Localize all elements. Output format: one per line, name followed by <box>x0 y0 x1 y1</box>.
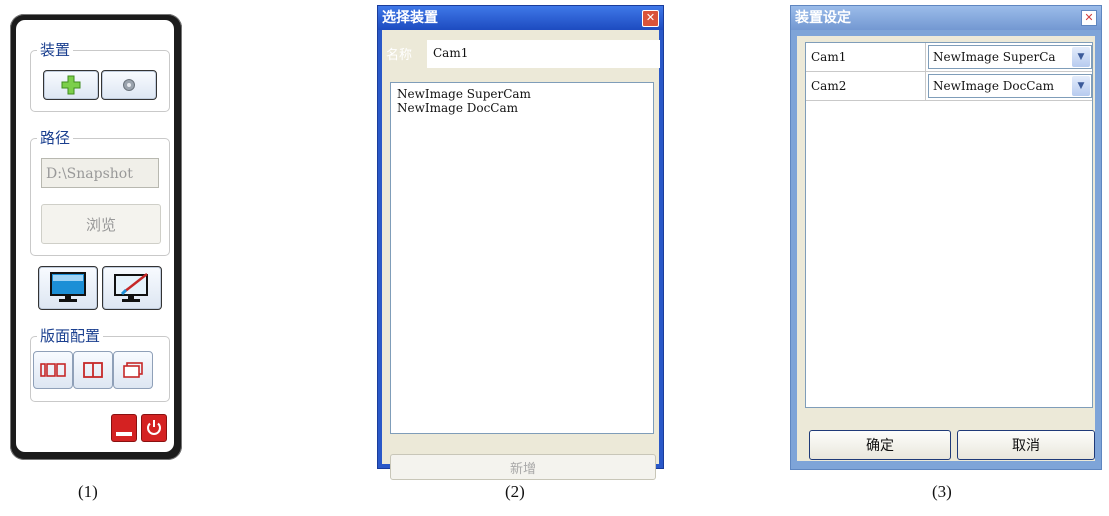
dialog-title: 装置设定 <box>795 10 851 26</box>
plus-icon <box>61 75 81 95</box>
chevron-down-icon[interactable]: ▼ <box>1072 76 1090 96</box>
browse-button[interactable]: 浏览 <box>41 204 161 244</box>
layout-group-title: 版面配置 <box>37 325 104 346</box>
layout-single-button[interactable] <box>33 351 73 389</box>
monitor-edit-icon <box>114 273 148 302</box>
device-select-value: NewImage SuperCa <box>933 50 1056 64</box>
table-row: Cam2 NewImage DocCam ▼ <box>806 72 1092 101</box>
name-input[interactable]: Cam1 <box>427 40 660 68</box>
gear-icon <box>123 79 135 91</box>
device-select[interactable]: NewImage SuperCa ▼ <box>928 45 1092 69</box>
ok-button[interactable]: 确定 <box>809 430 951 460</box>
path-input[interactable]: D:\Snapshot <box>41 158 159 188</box>
name-label: 名称 <box>386 48 413 63</box>
device-list[interactable]: NewImage SuperCam NewImage DocCam <box>390 82 654 434</box>
select-device-body: 名称 Cam1 NewImage SuperCam NewImage DocCa… <box>382 30 660 480</box>
layout-overlap-icon <box>123 362 143 378</box>
add-device-button[interactable] <box>43 70 99 100</box>
add-button[interactable]: 新增 <box>390 454 656 480</box>
figure-caption-3: (3) <box>932 482 952 501</box>
select-device-titlebar: 选择装置 ✕ <box>378 6 663 30</box>
layout-overlap-button[interactable] <box>113 351 153 389</box>
table-row: Cam1 NewImage SuperCa ▼ <box>806 43 1092 72</box>
monitor-icon <box>50 272 86 302</box>
chevron-down-icon[interactable]: ▼ <box>1072 47 1090 67</box>
device-group-title: 装置 <box>37 39 74 60</box>
camera-name-cell[interactable]: Cam1 <box>806 43 926 71</box>
layout-split-button[interactable] <box>73 351 113 389</box>
camera-name-cell[interactable]: Cam2 <box>806 72 926 100</box>
device-settings-body: Cam1 NewImage SuperCa ▼ Cam2 NewImage Do… <box>797 36 1095 461</box>
list-item[interactable]: NewImage SuperCam <box>397 87 647 101</box>
list-item[interactable]: NewImage DocCam <box>397 101 647 115</box>
device-grid: Cam1 NewImage SuperCa ▼ Cam2 NewImage Do… <box>805 42 1093 408</box>
device-settings-dialog: 装置设定 ✕ Cam1 NewImage SuperCa ▼ Cam2 NewI… <box>790 5 1102 470</box>
figure-caption-2: (2) <box>505 482 525 501</box>
power-button[interactable] <box>141 414 167 442</box>
minimize-button[interactable] <box>111 414 137 442</box>
control-panel: 装置 路径 D:\Snapshot 浏览 版面配置 <box>10 14 182 460</box>
minimize-icon <box>116 432 132 436</box>
device-select-value: NewImage DocCam <box>933 79 1055 93</box>
monitor-edit-button[interactable] <box>102 266 162 310</box>
close-icon[interactable]: ✕ <box>1081 10 1097 26</box>
name-row: 名称 Cam1 <box>382 34 660 72</box>
layout-split-icon <box>83 362 103 378</box>
device-select[interactable]: NewImage DocCam ▼ <box>928 74 1092 98</box>
dialog-title: 选择装置 <box>382 10 438 26</box>
device-settings-button[interactable] <box>101 70 157 100</box>
device-group: 装置 <box>30 39 170 112</box>
path-group-title: 路径 <box>37 127 74 148</box>
control-panel-body: 装置 路径 D:\Snapshot 浏览 版面配置 <box>16 20 174 452</box>
path-group: 路径 D:\Snapshot 浏览 <box>30 127 170 256</box>
layout-single-icon <box>40 363 66 377</box>
monitor-button[interactable] <box>38 266 98 310</box>
layout-group: 版面配置 <box>30 325 170 402</box>
select-device-dialog: 选择装置 ✕ 名称 Cam1 NewImage SuperCam NewImag… <box>377 5 664 480</box>
power-icon <box>147 420 161 435</box>
device-settings-titlebar: 装置设定 ✕ <box>791 6 1101 30</box>
figure-caption-1: (1) <box>78 482 98 501</box>
close-icon[interactable]: ✕ <box>642 10 659 27</box>
cancel-button[interactable]: 取消 <box>957 430 1095 460</box>
